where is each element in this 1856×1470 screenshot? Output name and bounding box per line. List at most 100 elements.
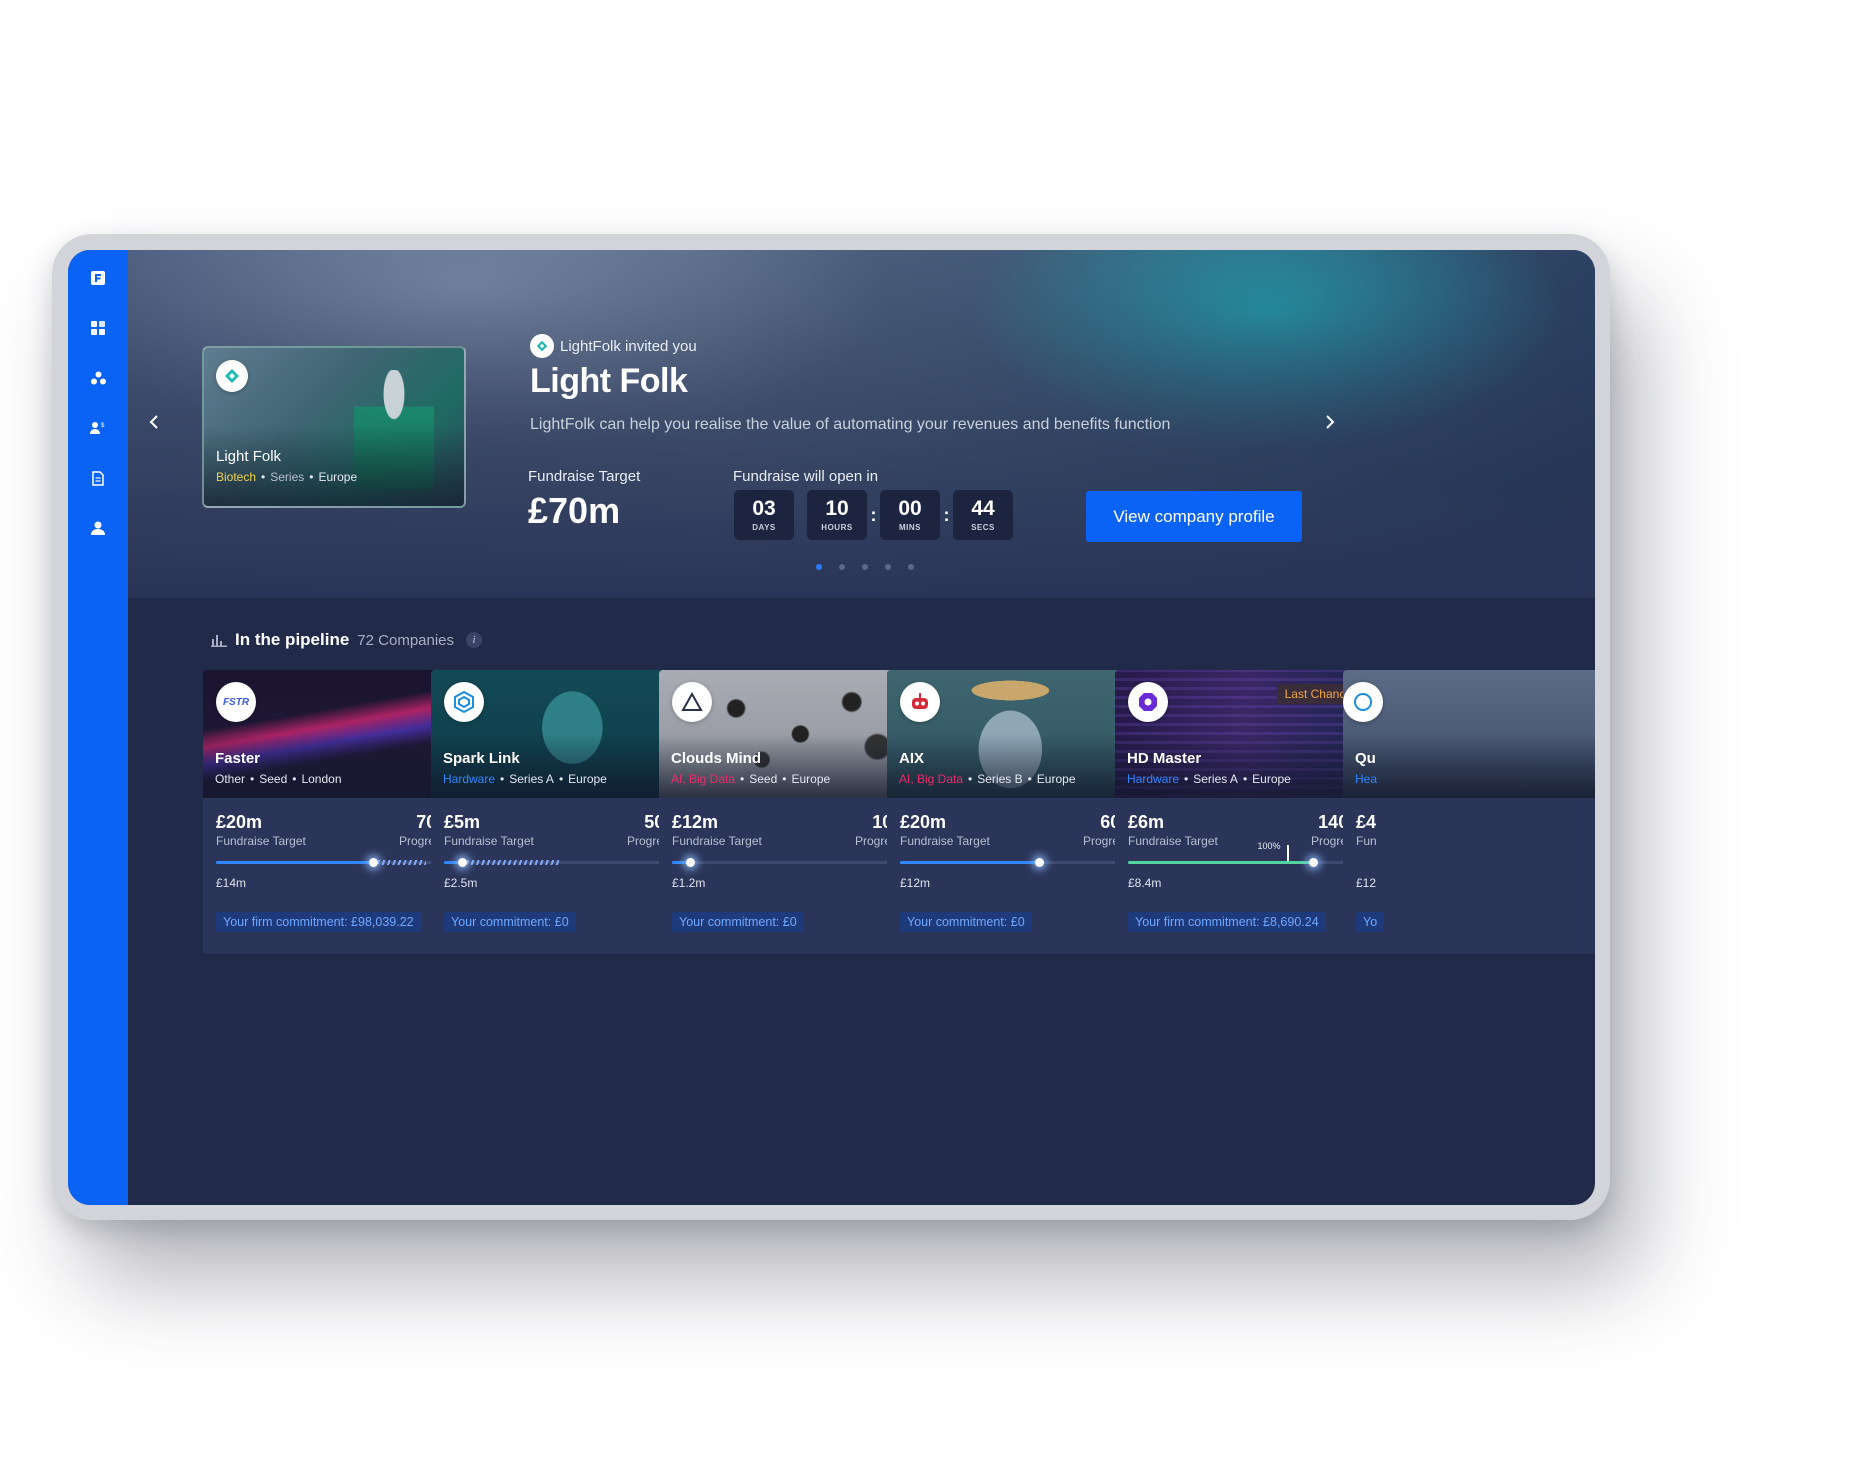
sidebar: $	[68, 250, 128, 1205]
countdown-hours: 10 HOURS	[807, 490, 867, 540]
clouds-mind-logo-icon	[672, 682, 712, 722]
company-card-hd-master[interactable]: Last Chance HD Master Hardware • Series A •…	[1115, 670, 1372, 954]
company-tags: Hardware • Series A • Europe	[443, 772, 607, 786]
pledged-segment	[377, 860, 427, 865]
chevron-left-icon	[149, 415, 158, 429]
company-name: Faster	[215, 750, 261, 767]
progress-bar	[672, 858, 903, 867]
progress-fill	[216, 861, 374, 864]
countdown-secs: 44 SECS	[953, 490, 1013, 540]
raised-amount: £14m	[216, 876, 247, 890]
fundraise-amount: £12m	[672, 812, 719, 832]
profile-icon[interactable]	[83, 513, 113, 543]
pager-dot[interactable]	[816, 564, 822, 570]
commitment-badge[interactable]: Your commitment: £0	[444, 912, 576, 932]
lightfolk-small-logo-icon	[530, 334, 554, 358]
company-card-spark-link[interactable]: Spark Link Hardware • Series A • Europe £5m …	[431, 670, 688, 954]
target-marker-label: 100%	[1257, 841, 1281, 851]
pledged-segment	[467, 860, 560, 865]
featured-card-name: Light Folk	[216, 448, 282, 465]
commitment-badge[interactable]: Your firm commitment: £98,039.22	[216, 912, 421, 932]
progress-bar	[216, 858, 447, 867]
company-tags: AI, Big Data • Series B • Europe	[899, 772, 1076, 786]
view-company-profile-button[interactable]: View company profile	[1086, 491, 1302, 542]
svg-text:$: $	[101, 423, 105, 429]
fundraise-open-label: Fundraise will open in	[733, 468, 879, 485]
aix-robot-logo-icon	[900, 682, 940, 722]
raised-amount: £12m	[900, 876, 931, 890]
hd-master-logo-icon	[1128, 682, 1168, 722]
countdown-mins: 00 MINS	[880, 490, 940, 540]
fundraise-target-value: £70m	[528, 490, 621, 531]
fundraise-amount: £20m	[216, 812, 263, 832]
progress-knob	[686, 858, 696, 867]
pager-dot[interactable]	[862, 564, 868, 570]
network-icon[interactable]	[83, 363, 113, 393]
carousel-prev-button[interactable]	[142, 410, 166, 434]
company-name: AIX	[899, 750, 925, 767]
chevron-right-icon	[1326, 415, 1335, 429]
fundraise-amount-label: Fundraise Target	[216, 834, 306, 848]
countdown-days: 03 DAYS	[734, 490, 794, 540]
company-tags: AI, Big Data • Seed • Europe	[671, 772, 831, 786]
documents-icon[interactable]	[83, 463, 113, 493]
invited-notice: LightFolk invited you	[530, 334, 697, 358]
company-tags: Hardware • Series A • Europe	[1127, 772, 1291, 786]
pipeline-title: In the pipeline	[235, 630, 350, 649]
app-logo-icon[interactable]	[83, 263, 113, 293]
progress-knob	[1034, 858, 1044, 867]
progress-fill	[900, 861, 1039, 864]
company-name: HD Master	[1127, 750, 1202, 767]
carousel-next-button[interactable]	[1318, 410, 1342, 434]
faster-logo-icon: FSTR	[216, 682, 256, 722]
pipeline-card-list: FSTR Faster Other • Seed • London £20m Fundr…	[203, 670, 1595, 955]
featured-company-card[interactable]: Light Folk Biotech • Series • Europe	[202, 346, 466, 508]
progress-knob	[458, 858, 468, 867]
company-card-aix[interactable]: AIX AI, Big Data • Series B • Europe £20m Fu…	[887, 670, 1144, 954]
target-marker	[1287, 845, 1290, 861]
raised-amount: £12	[1356, 876, 1377, 890]
commitment-badge[interactable]: Your firm commitment: £8,690.24	[1128, 912, 1326, 932]
raised-amount: £8.4m	[1128, 876, 1162, 890]
carousel-pager	[816, 564, 931, 570]
company-card-partial[interactable]: Qu Hea £4 Fun £12 Yo	[1343, 670, 1595, 954]
fundraise-amount-label: Fun	[1356, 834, 1377, 848]
company-card-faster[interactable]: FSTR Faster Other • Seed • London £20m Fundr…	[203, 670, 460, 954]
spark-link-logo-icon	[444, 682, 484, 722]
pipeline-header: In the pipeline 72 Companies i	[211, 630, 483, 650]
pager-dot[interactable]	[839, 564, 845, 570]
featured-title: Light Folk	[530, 362, 688, 400]
commitment-badge[interactable]: Your commitment: £0	[900, 912, 1032, 932]
pager-dot[interactable]	[908, 564, 914, 570]
dashboard-icon[interactable]	[83, 313, 113, 343]
bar-chart-icon	[211, 635, 227, 647]
raised-amount: £1.2m	[672, 876, 706, 890]
info-icon[interactable]: i	[466, 632, 483, 648]
company-name: Clouds Mind	[671, 750, 761, 767]
company-tags: Other • Seed • London	[215, 772, 342, 786]
company-card-clouds-mind[interactable]: Clouds Mind AI, Big Data • Seed • Europe £12…	[659, 670, 916, 954]
fundraise-amount: £5m	[444, 812, 481, 832]
raised-amount: £2.5m	[444, 876, 478, 890]
fundraise-amount: £6m	[1128, 812, 1165, 832]
progress-bar: 100%	[1128, 841, 1359, 867]
investors-icon[interactable]: $	[83, 413, 113, 443]
commitment-badge[interactable]: Yo	[1356, 912, 1385, 932]
fundraise-amount: £4	[1356, 812, 1377, 832]
pager-dot[interactable]	[885, 564, 891, 570]
fundraise-target-label: Fundraise Target	[528, 468, 641, 485]
company-name: Spark Link	[443, 750, 520, 767]
app-screen: $ Light Folk Biotech • Series • Europe L…	[68, 250, 1595, 1205]
featured-carousel: Light Folk Biotech • Series • Europe LightFo…	[128, 250, 1595, 598]
fundraise-amount-label: Fundraise Target	[1128, 834, 1218, 848]
company-name: Qu	[1355, 750, 1376, 767]
fundraise-amount-label: Fundraise Target	[444, 834, 534, 848]
company-card-image	[1343, 670, 1595, 798]
progress-knob	[1308, 858, 1318, 867]
pipeline-count: 72 Companies	[357, 631, 455, 649]
commitment-badge[interactable]: Your commitment: £0	[672, 912, 804, 932]
fundraise-amount-label: Fundraise Target	[672, 834, 762, 848]
progress-knob	[369, 858, 379, 867]
lightfolk-logo-icon	[216, 360, 248, 392]
progress-bar	[444, 858, 675, 867]
